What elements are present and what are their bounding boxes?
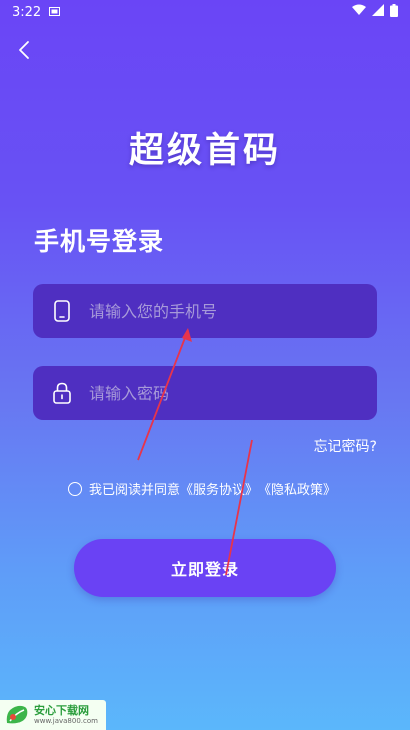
forgot-password-link[interactable]: 忘记密码? [314, 436, 377, 456]
phone-icon [51, 300, 73, 322]
app-title: 超级首码 [128, 131, 281, 171]
battery-icon [390, 3, 398, 21]
status-bar: 3:22 [0, 0, 410, 24]
status-left: 3:22 [12, 4, 61, 20]
agreement-row: 我已阅读并同意 《服务协议》 《隐私政策》 [68, 479, 336, 498]
password-input[interactable] [87, 365, 377, 421]
agreement-checkbox[interactable] [68, 481, 82, 496]
password-field[interactable] [33, 365, 377, 421]
watermark-text: 安心下载网 www.java800.com [34, 705, 98, 725]
phone-input[interactable] [87, 283, 377, 339]
service-agreement-link[interactable]: 《服务协议》 [180, 479, 258, 498]
login-heading: 手机号登录 [34, 227, 165, 256]
notification-icon [49, 5, 61, 20]
back-button[interactable] [10, 36, 38, 64]
signal-bar-icon [372, 4, 384, 20]
privacy-policy-link[interactable]: 《隐私政策》 [258, 479, 336, 498]
status-time: 3:22 [12, 4, 42, 20]
watermark-title: 安心下载网 [34, 704, 89, 717]
login-button[interactable]: 立即登录 [74, 539, 336, 597]
leaf-logo-icon [6, 705, 28, 724]
lock-icon [51, 382, 73, 404]
wifi-icon [352, 4, 366, 20]
phone-field[interactable] [33, 283, 377, 339]
status-right [352, 3, 398, 21]
back-icon [19, 41, 29, 59]
watermark: 安心下载网 www.java800.com [0, 700, 106, 730]
agreement-prefix: 我已阅读并同意 [89, 483, 181, 498]
watermark-url: www.java800.com [34, 717, 98, 725]
